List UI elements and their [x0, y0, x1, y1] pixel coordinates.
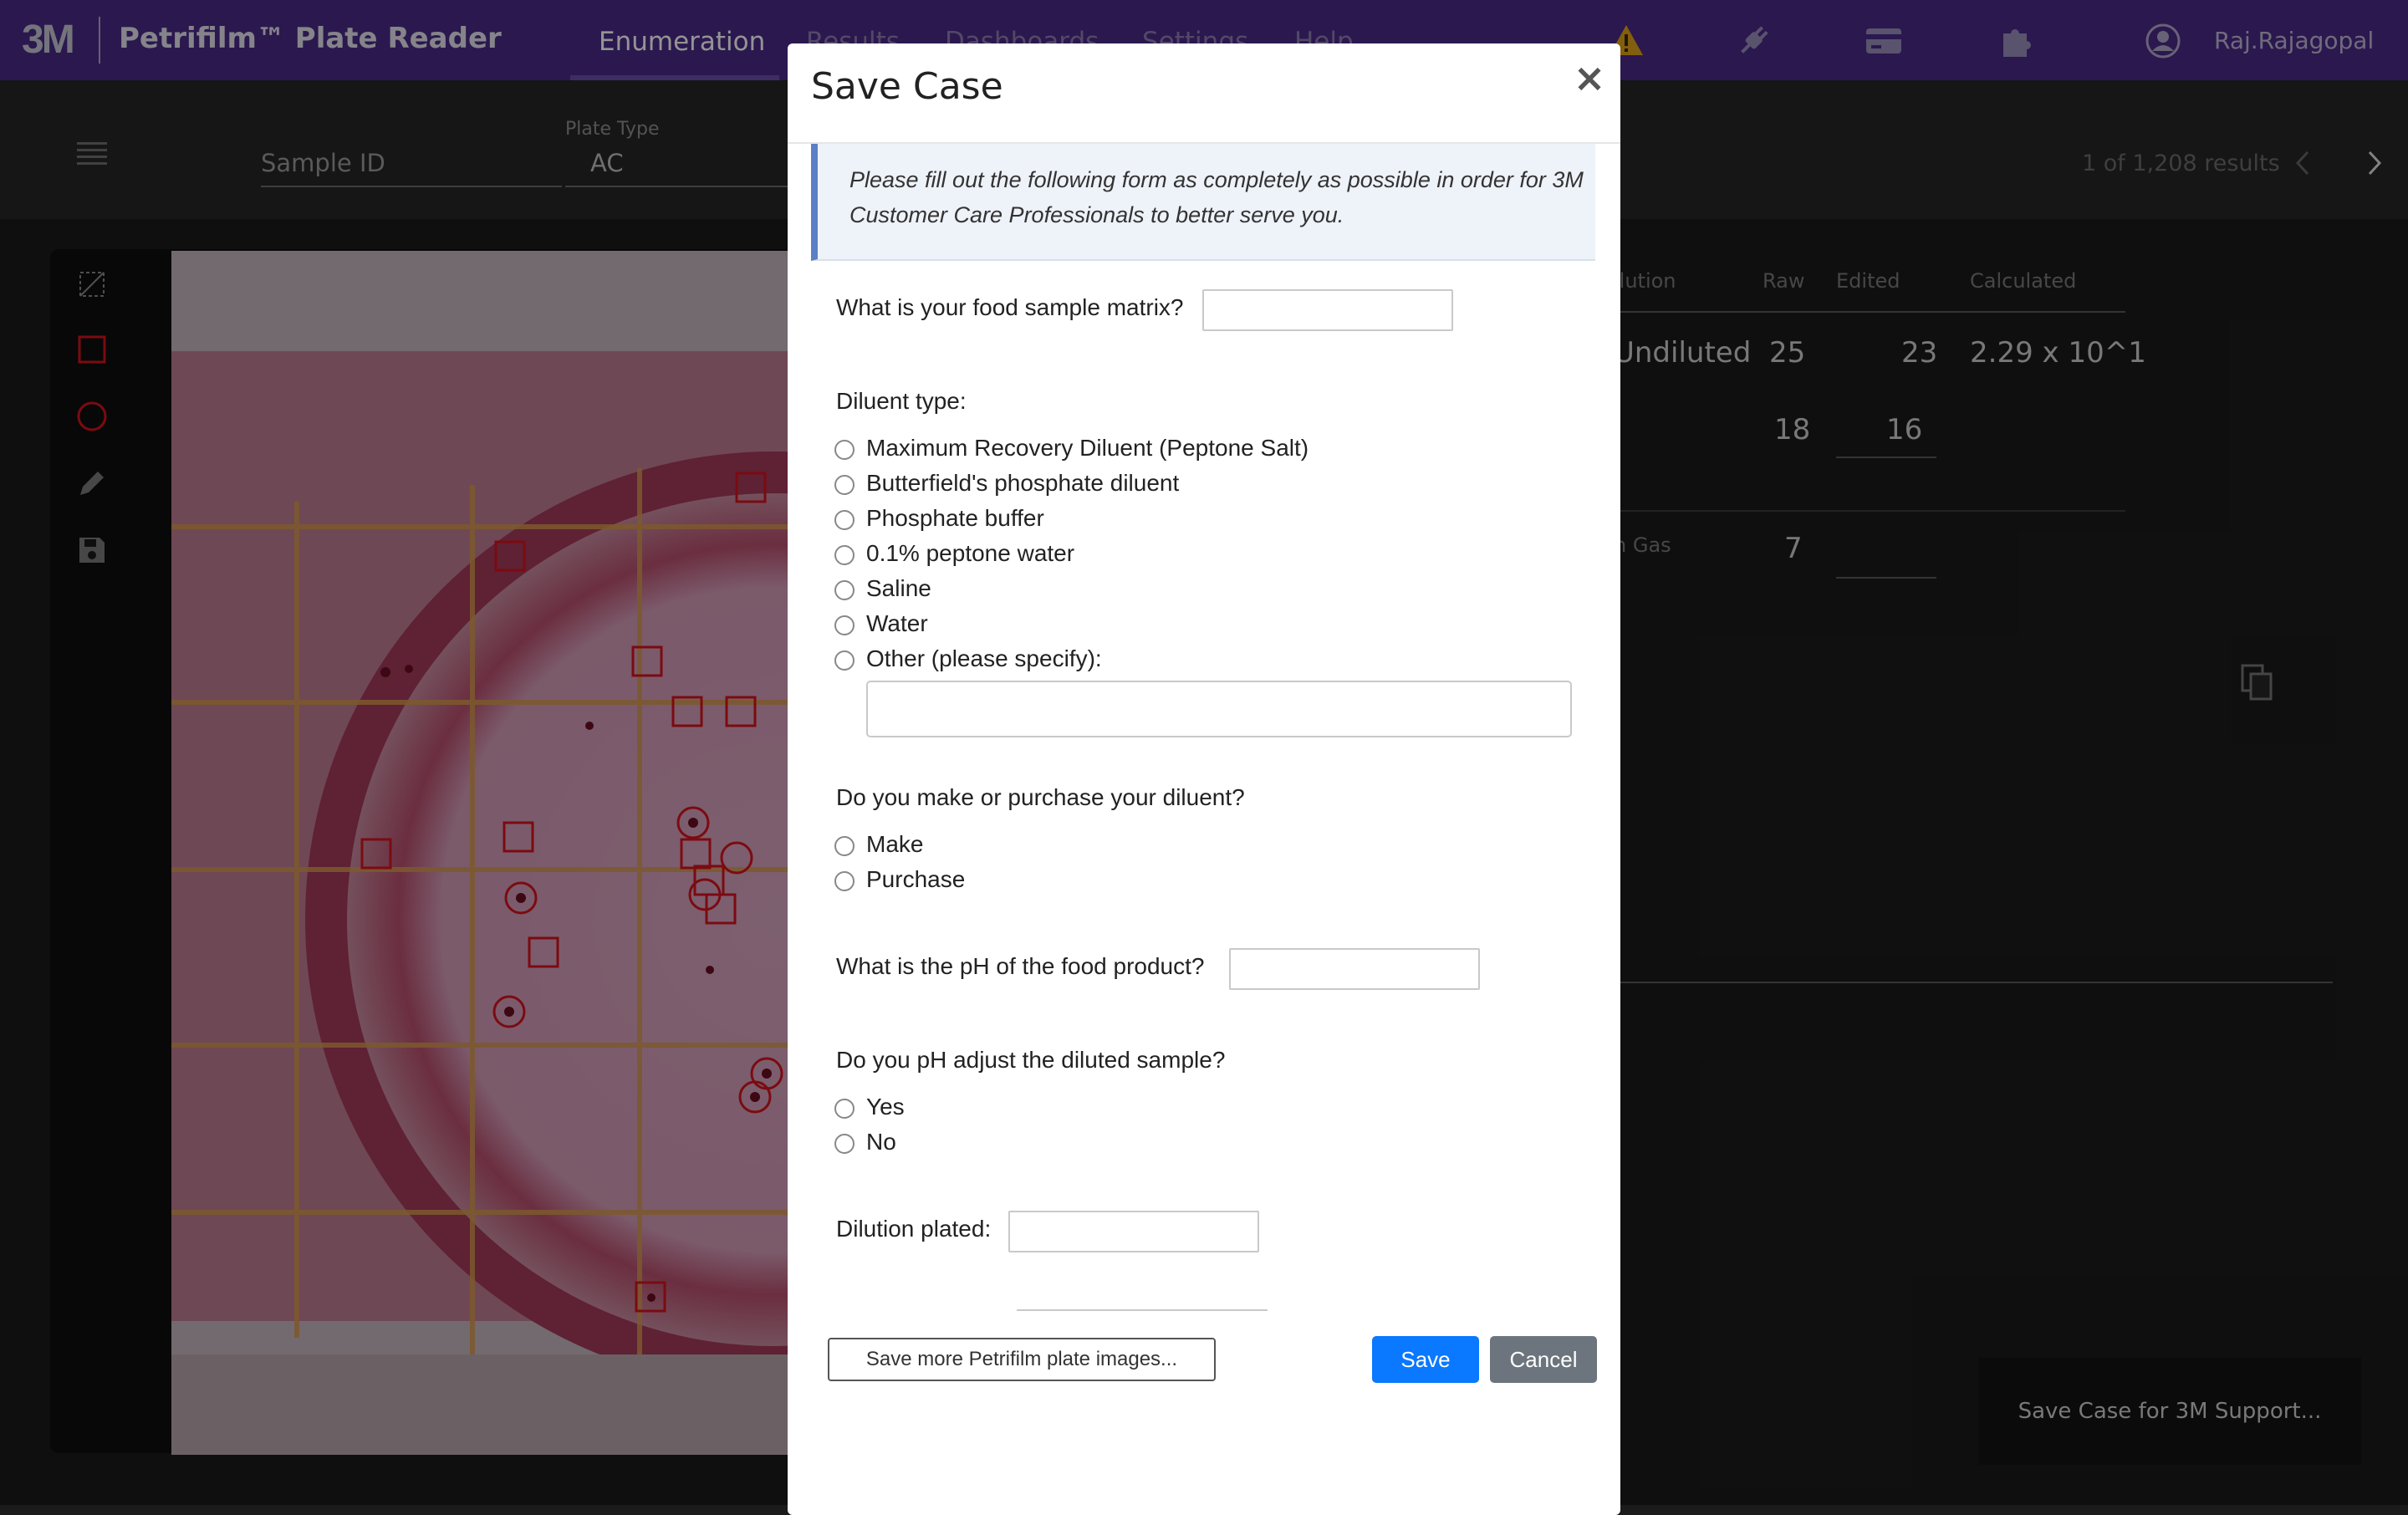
option-make: Make	[866, 831, 924, 857]
option-ph-adjust-no: No	[866, 1129, 896, 1155]
next-field-input[interactable]	[1017, 1309, 1268, 1323]
notice-text: Please fill out the following form as co…	[849, 167, 1584, 227]
diluent-option-phosphate: Phosphate buffer	[866, 505, 1044, 531]
save-button[interactable]: Save	[1372, 1336, 1479, 1383]
radio-diluent-water[interactable]	[834, 615, 855, 635]
diluent-option-other: Other (please specify):	[866, 645, 1102, 671]
radio-diluent-mrd[interactable]	[834, 440, 855, 460]
modal-title: Save Case	[811, 65, 1003, 108]
q-ph-adjust-label: Do you pH adjust the diluted sample?	[836, 1047, 1226, 1073]
q-ph-label: What is the pH of the food product?	[836, 953, 1205, 979]
radio-make[interactable]	[834, 836, 855, 856]
radio-diluent-peptone[interactable]	[834, 545, 855, 565]
diluent-option-butterfields: Butterfield's phosphate diluent	[866, 470, 1180, 496]
info-notice: Please fill out the following form as co…	[811, 144, 1595, 261]
modal-header: Save Case ×	[788, 43, 1620, 144]
option-ph-adjust-yes: Yes	[866, 1094, 905, 1120]
radio-purchase[interactable]	[834, 871, 855, 891]
radio-diluent-other[interactable]	[834, 650, 855, 671]
save-more-images-button[interactable]: Save more Petrifilm plate images...	[828, 1338, 1216, 1381]
option-purchase: Purchase	[866, 866, 966, 892]
q-diluent-type-label: Diluent type:	[836, 388, 967, 414]
food-matrix-input[interactable]	[1202, 289, 1453, 331]
ph-input[interactable]	[1229, 948, 1480, 990]
radio-ph-adjust-yes[interactable]	[834, 1099, 855, 1119]
radio-diluent-phosphate[interactable]	[834, 510, 855, 530]
diluent-option-saline: Saline	[866, 575, 931, 601]
diluent-option-peptone: 0.1% peptone water	[866, 540, 1075, 566]
q-make-purchase-label: Do you make or purchase your diluent?	[836, 784, 1245, 810]
radio-diluent-butterfields[interactable]	[834, 475, 855, 495]
q-food-matrix-label: What is your food sample matrix?	[836, 294, 1184, 320]
dilution-input[interactable]	[1008, 1211, 1259, 1252]
radio-ph-adjust-no[interactable]	[834, 1134, 855, 1154]
diluent-option-mrd: Maximum Recovery Diluent (Peptone Salt)	[866, 435, 1309, 461]
close-icon[interactable]: ×	[1570, 59, 1609, 97]
radio-diluent-saline[interactable]	[834, 580, 855, 600]
q-dilution-label: Dilution plated:	[836, 1216, 992, 1242]
save-case-modal: Save Case × Please fill out the followin…	[788, 43, 1620, 1515]
cancel-button[interactable]: Cancel	[1490, 1336, 1597, 1383]
diluent-option-water: Water	[866, 610, 928, 636]
diluent-other-input[interactable]	[866, 681, 1572, 737]
